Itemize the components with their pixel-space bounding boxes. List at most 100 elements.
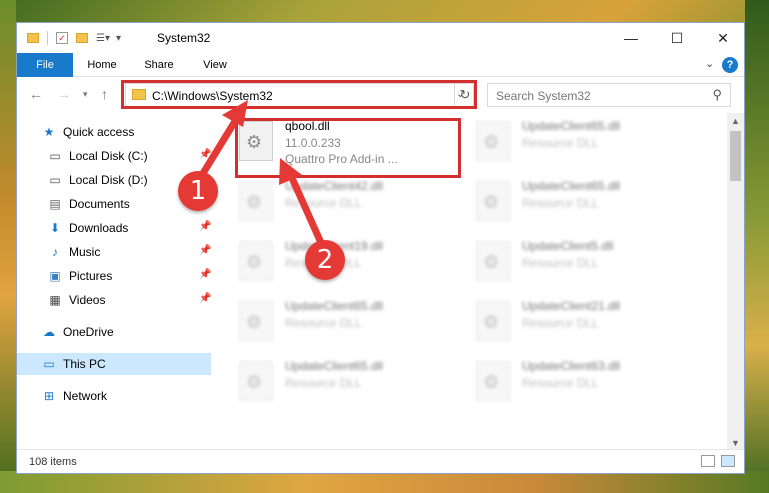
sidebar-item-network[interactable]: ⊞ Network — [41, 385, 211, 407]
file-item[interactable]: UpdateClient42.dll Resource DLL — [239, 177, 469, 227]
help-icon[interactable]: ? — [722, 57, 738, 73]
file-type: Resource DLL — [522, 256, 599, 270]
window-title: System32 — [157, 31, 211, 45]
file-name: UpdateClient5.dll — [522, 239, 614, 253]
star-icon: ★ — [43, 125, 55, 139]
sidebar-item-videos[interactable]: ▦ Videos — [47, 289, 211, 311]
file-item[interactable]: UpdateClient65.dll Resource DLL — [239, 357, 469, 407]
new-folder-icon[interactable] — [76, 33, 88, 43]
file-type: Resource DLL — [522, 196, 599, 210]
details-view-icon[interactable] — [701, 455, 715, 467]
sidebar-item-downloads[interactable]: ⬇ Downloads — [47, 217, 211, 239]
sidebar-item-label: Quick access — [63, 125, 135, 139]
address-bar-highlight — [121, 80, 477, 109]
dll-file-icon — [239, 361, 273, 401]
folder-icon — [27, 33, 39, 43]
forward-arrow-icon[interactable]: → — [57, 86, 71, 102]
search-input[interactable]: Search System32 ⚲ — [487, 83, 731, 107]
file-name: UpdateClient42.dll — [285, 179, 384, 193]
documents-icon: ▤ — [49, 197, 61, 211]
videos-icon: ▦ — [49, 293, 61, 307]
file-name: UpdateClient65.dll — [285, 359, 384, 373]
separator — [47, 31, 48, 45]
tab-share[interactable]: Share — [133, 53, 185, 77]
drive-icon: ▭ — [49, 149, 61, 163]
properties-icon[interactable]: ✓ — [56, 32, 68, 44]
computer-icon: ▭ — [43, 357, 55, 371]
sidebar-item-label: Music — [69, 245, 101, 259]
step-badge-1: 1 — [178, 171, 218, 211]
maximize-button[interactable]: ☐ — [654, 23, 700, 53]
dll-file-icon — [476, 361, 510, 401]
tab-view[interactable]: View — [191, 53, 239, 77]
status-bar: 108 items — [17, 449, 744, 473]
close-button[interactable]: ✕ — [700, 23, 744, 53]
file-item[interactable]: UpdateClient65.dll Resource DLL — [476, 117, 706, 167]
sidebar-item-label: Documents — [69, 197, 130, 211]
file-name: UpdateClient65.dll — [285, 299, 384, 313]
desktop-background-right — [745, 0, 769, 493]
sidebar-item-label: Local Disk (C:) — [69, 149, 148, 163]
file-type: Resource DLL — [285, 376, 362, 390]
item-count: 108 items — [29, 456, 77, 468]
back-arrow-icon[interactable]: ← — [29, 86, 43, 102]
sidebar-item-onedrive[interactable]: ☁ OneDrive — [41, 321, 211, 343]
file-highlight — [235, 118, 461, 178]
sidebar-item-label: Local Disk (D:) — [69, 173, 148, 187]
desktop-background-left — [0, 0, 16, 493]
file-type: Resource DLL — [522, 376, 599, 390]
cloud-icon: ☁ — [43, 325, 55, 339]
scroll-up-icon[interactable]: ▲ — [731, 116, 740, 126]
expand-ribbon-icon[interactable]: ⌄ — [705, 57, 714, 70]
sidebar-item-label: OneDrive — [63, 325, 114, 339]
network-icon: ⊞ — [43, 389, 55, 403]
dll-file-icon — [476, 121, 510, 161]
file-type: Resource DLL — [285, 196, 362, 210]
up-arrow-icon[interactable]: ↑ — [101, 86, 108, 102]
pictures-icon: ▣ — [49, 269, 61, 283]
file-name: UpdateClient65.dll — [522, 119, 621, 133]
file-item[interactable]: UpdateClient65.dll Resource DLL — [476, 177, 706, 227]
sidebar-item-label: Videos — [69, 293, 106, 307]
sidebar-item-label: This PC — [63, 357, 106, 371]
dll-file-icon — [239, 181, 273, 221]
sidebar-item-quick-access[interactable]: ★ Quick access — [41, 121, 211, 143]
search-placeholder: Search System32 — [496, 89, 591, 103]
file-name: UpdateClient63.dll — [522, 359, 621, 373]
step-badge-2: 2 — [305, 240, 345, 280]
pin-icon: 📌 — [199, 221, 212, 232]
search-icon: ⚲ — [712, 87, 722, 102]
drive-icon: ▭ — [49, 173, 61, 187]
sidebar-item-label: Downloads — [69, 221, 129, 235]
pin-icon: 📌 — [199, 149, 212, 160]
file-item[interactable]: UpdateClient65.dll Resource DLL — [239, 297, 469, 347]
vertical-scrollbar[interactable]: ▲ ▼ — [727, 113, 744, 451]
scrollbar-thumb[interactable] — [730, 131, 741, 181]
file-item[interactable]: UpdateClient63.dll Resource DLL — [476, 357, 706, 407]
minimize-button[interactable]: — — [608, 23, 654, 53]
recent-locations-icon[interactable]: ▾ — [83, 89, 88, 100]
tab-home[interactable]: Home — [77, 53, 127, 77]
file-type: Resource DLL — [285, 316, 362, 330]
file-item[interactable]: UpdateClient5.dll Resource DLL — [476, 237, 706, 287]
large-icons-view-icon[interactable] — [721, 455, 735, 467]
sidebar-item-label: Pictures — [69, 269, 113, 283]
customize-toolbar-icon[interactable]: ☰▾ — [96, 33, 110, 44]
sidebar-item-pictures[interactable]: ▣ Pictures — [47, 265, 211, 287]
sidebar-item-this-pc[interactable]: ▭ This PC — [17, 353, 211, 375]
file-item[interactable]: UpdateClient19.dll Resource DLL — [239, 237, 469, 287]
dropdown-icon[interactable]: ▾ — [116, 33, 121, 44]
scroll-down-icon[interactable]: ▼ — [731, 438, 740, 448]
music-icon: ♪ — [52, 245, 58, 259]
file-item[interactable]: UpdateClient21.dll Resource DLL — [476, 297, 706, 347]
sidebar-item-music[interactable]: ♪ Music — [47, 241, 211, 263]
dll-file-icon — [476, 181, 510, 221]
desktop-background-bottom — [0, 471, 769, 493]
pin-icon: 📌 — [199, 269, 212, 280]
dll-file-icon — [476, 241, 510, 281]
pin-icon: 📌 — [199, 245, 212, 256]
sidebar-item-label: Network — [63, 389, 108, 403]
ribbon-tabs: File Home Share View ⌄ ? — [17, 53, 744, 103]
dll-file-icon — [476, 301, 510, 341]
sidebar-item-local-disk-c[interactable]: ▭ Local Disk (C:) — [47, 145, 211, 167]
